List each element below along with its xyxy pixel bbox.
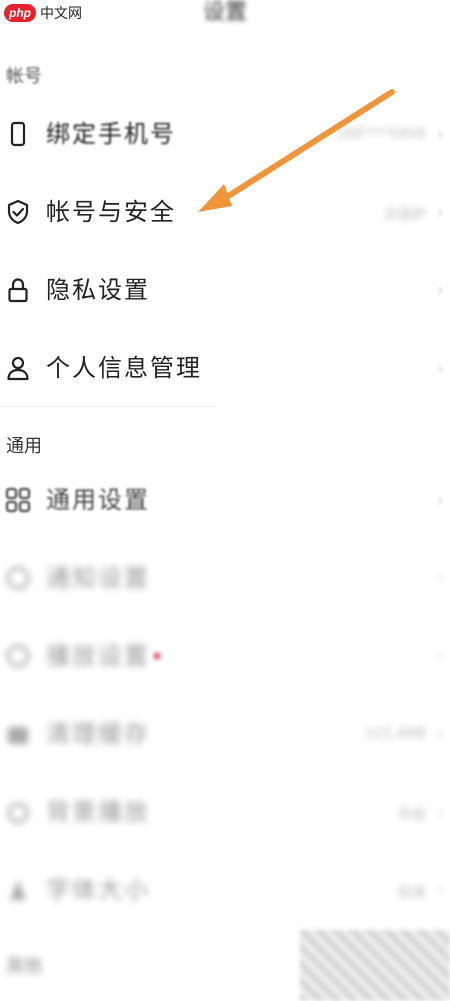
- chevron-right-icon: ›: [436, 646, 444, 667]
- row-general-settings[interactable]: 通用设置 ›: [0, 468, 450, 532]
- row-label: 背景播放: [46, 798, 150, 826]
- bell-icon: [4, 564, 32, 592]
- chevron-right-icon: ›: [436, 568, 444, 589]
- section-header-account: 帐号: [6, 66, 42, 87]
- chevron-right-icon: ›: [436, 280, 444, 301]
- section-divider: [0, 406, 215, 407]
- row-label: 通用设置: [46, 486, 150, 514]
- row-value: 开启: [398, 807, 426, 823]
- chevron-right-icon: ›: [436, 880, 444, 901]
- row-label: 帐号与安全: [46, 198, 176, 226]
- row-label: 字体大小: [46, 876, 150, 904]
- row-label: 清理缓存: [46, 720, 150, 748]
- row-value: 188****5656: [335, 126, 426, 142]
- row-value: 去保护: [384, 207, 426, 223]
- chevron-right-icon: ›: [436, 202, 444, 223]
- chevron-right-icon: ›: [436, 358, 444, 379]
- grid-icon: [4, 486, 32, 514]
- row-label: 个人信息管理: [46, 354, 202, 382]
- text-size-icon: [4, 876, 32, 904]
- row-play-settings[interactable]: 播放设置 ›: [0, 624, 450, 688]
- phone-icon: [4, 120, 32, 148]
- row-clear-cache[interactable]: 清理缓存 123.4MB ›: [0, 702, 450, 766]
- section-header-other: 其他: [6, 956, 42, 977]
- play-circle-icon: [4, 642, 32, 670]
- section-header-general: 通用: [6, 436, 42, 457]
- row-personal-info[interactable]: 个人信息管理 ›: [0, 336, 450, 400]
- new-badge-dot: [153, 652, 161, 660]
- lock-icon: [4, 276, 32, 304]
- row-background-play[interactable]: 背景播放 开启 ›: [0, 780, 450, 844]
- row-account-security[interactable]: 帐号与安全 去保护 ›: [0, 180, 450, 244]
- row-value: 123.4MB: [364, 726, 426, 742]
- headphones-icon: [4, 798, 32, 826]
- row-label: 播放设置: [46, 642, 150, 670]
- chevron-right-icon: ›: [436, 724, 444, 745]
- row-label: 隐私设置: [46, 276, 150, 304]
- broom-icon: [4, 720, 32, 748]
- shield-check-icon: [4, 198, 32, 226]
- page-title: 设置: [202, 0, 247, 25]
- row-font-size[interactable]: 字体大小 标准 ›: [0, 858, 450, 922]
- row-notification-settings[interactable]: 通知设置 ›: [0, 546, 450, 610]
- row-value: 标准: [398, 885, 426, 901]
- chevron-right-icon: ›: [436, 124, 444, 145]
- person-icon: [4, 354, 32, 382]
- row-privacy-settings[interactable]: 隐私设置 ›: [0, 258, 450, 322]
- chevron-right-icon: ›: [436, 490, 444, 511]
- row-label: 通知设置: [46, 564, 150, 592]
- row-bind-phone[interactable]: 绑定手机号 188****5656 ›: [0, 102, 450, 166]
- chevron-right-icon: ›: [436, 802, 444, 823]
- row-label: 绑定手机号: [46, 120, 176, 148]
- blurred-qr-overlay: [300, 930, 450, 1001]
